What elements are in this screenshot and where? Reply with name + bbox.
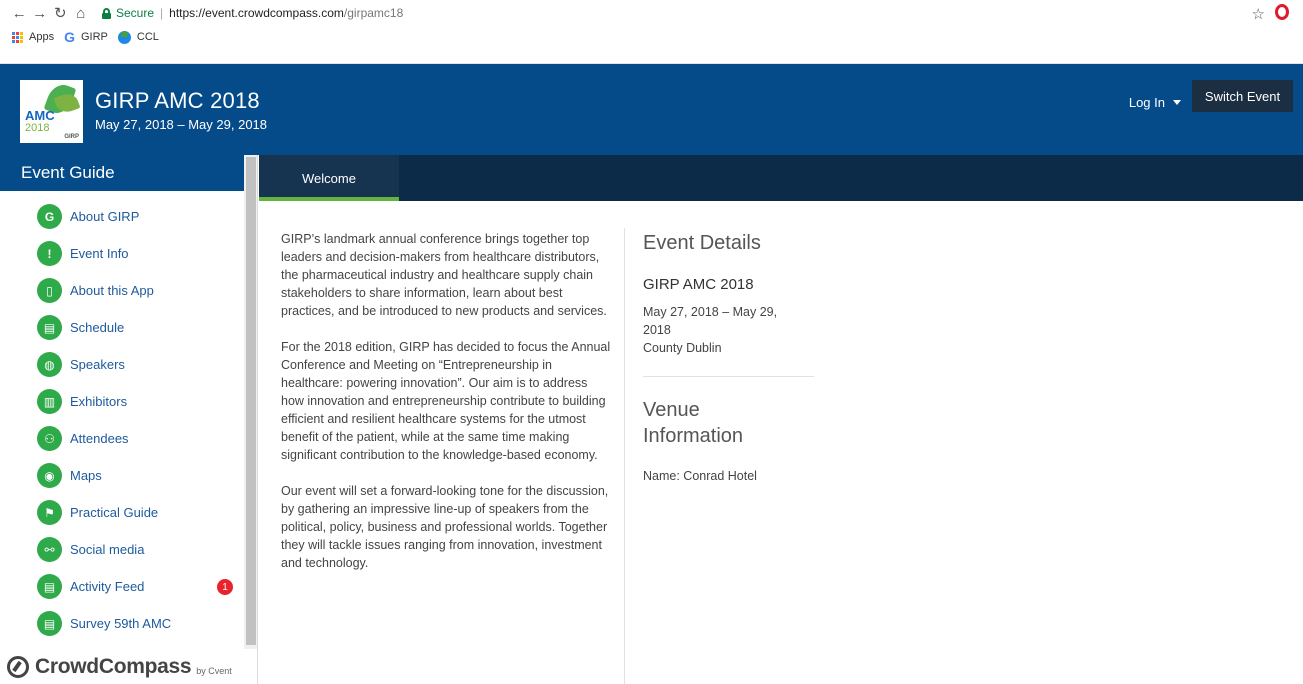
sidebar-nav: G About GIRP ! Event Info ▯ About this A… <box>37 198 233 642</box>
sidebar-item-label: Activity Feed <box>70 579 145 594</box>
event-details-heading: Event Details <box>643 232 761 254</box>
bookmark-star-icon[interactable]: ☆ <box>1252 5 1265 23</box>
details-event-name: GIRP AMC 2018 <box>643 276 754 293</box>
url-host: https://event.crowdcompass.com <box>169 6 344 20</box>
sidebar-item-activity-feed[interactable]: ▤ Activity Feed 1 <box>37 568 233 605</box>
sidebar-item-maps[interactable]: ◉ Maps <box>37 457 171 494</box>
bookmark-apps[interactable]: Apps <box>12 31 54 43</box>
sidebar-item-label: Survey 59th AMC <box>70 616 172 631</box>
event-details-panel: Event Details GIRP AMC 2018 May 27, 2018… <box>643 230 818 483</box>
details-location: County Dublin <box>643 341 722 355</box>
people-icon: ⚇ <box>37 426 62 451</box>
google-icon: G <box>64 29 75 45</box>
caret-down-icon <box>1173 99 1181 105</box>
event-title: GIRP AMC 2018 <box>95 88 260 113</box>
tab-bar: Welcome <box>259 155 1303 201</box>
tab-welcome[interactable]: Welcome <box>259 155 399 201</box>
sidebar-item-survey[interactable]: ▤ Survey 59th AMC <box>37 605 171 642</box>
share-icon: ⚯ <box>37 537 62 562</box>
calendar-icon: ▤ <box>37 315 62 340</box>
login-dropdown[interactable]: Log In <box>1129 88 1181 116</box>
active-tab-indicator <box>259 197 399 201</box>
event-dates: May 27, 2018 – May 29, 2018 <box>95 117 268 132</box>
sidebar-item-exhibitors[interactable]: ▥ Exhibitors <box>37 383 171 420</box>
sidebar-item-label: Social media <box>70 542 145 557</box>
url-path: /girpamc18 <box>343 6 404 20</box>
phone-icon: ▯ <box>37 278 62 303</box>
sidebar-item-about-girp[interactable]: G About GIRP <box>37 198 171 235</box>
details-dates: May 27, 2018 – May 29, 2018 <box>643 305 778 337</box>
sidebar: Event Guide G About GIRP ! Event Info ▯ … <box>0 155 258 684</box>
sidebar-item-event-info[interactable]: ! Event Info <box>37 235 171 272</box>
logo-year: 2018 <box>25 122 50 134</box>
login-label: Log In <box>1128 94 1165 110</box>
sidebar-item-attendees[interactable]: ⚇ Attendees <box>37 420 171 457</box>
intro-paragraph: For the 2018 edition, GIRP has decided t… <box>281 340 611 462</box>
logo-girp: GIRP <box>64 134 79 140</box>
sidebar-item-label: Practical Guide <box>70 505 159 520</box>
opera-icon[interactable] <box>1275 4 1289 20</box>
sidebar-item-label: About this App <box>70 283 154 298</box>
sidebar-scrollbar[interactable] <box>244 155 257 649</box>
survey-icon: ▤ <box>37 611 62 636</box>
sidebar-item-label: Maps <box>70 468 102 483</box>
bookmark-label: GIRP <box>80 31 108 43</box>
sidebar-item-label: Exhibitors <box>70 394 128 409</box>
sidebar-item-about-app[interactable]: ▯ About this App <box>37 272 171 309</box>
address-bar[interactable]: Secure | https://event.crowdcompass.com /… <box>98 2 1303 24</box>
app-header: AMC 2018 GIRP GIRP AMC 2018 May 27, 2018… <box>0 64 1303 155</box>
bookmark-girp[interactable]: G GIRP <box>64 29 108 45</box>
sidebar-item-label: Speakers <box>70 357 125 372</box>
logo-text: AMC <box>25 108 55 123</box>
details-divider <box>643 376 814 377</box>
sidebar-title: Event Guide <box>0 155 244 191</box>
crowdcompass-brand: CrowdCompass <box>35 654 192 678</box>
reload-icon[interactable]: ↻ <box>51 2 70 24</box>
microphone-icon: ◍ <box>37 352 62 377</box>
back-icon[interactable]: ← <box>10 2 29 24</box>
sidebar-item-schedule[interactable]: ▤ Schedule <box>37 309 171 346</box>
lock-icon <box>102 7 111 19</box>
bookmark-label: CCL <box>136 31 159 43</box>
bookmark-ccl[interactable]: CCL <box>117 30 159 44</box>
scrollbar-thumb[interactable] <box>246 157 256 645</box>
bookmark-label: Apps <box>29 31 55 43</box>
forward-icon[interactable]: → <box>31 2 50 24</box>
sidebar-item-label: Schedule <box>70 320 125 335</box>
secure-label: Secure <box>116 6 155 20</box>
map-pin-icon: ◉ <box>37 463 62 488</box>
feed-icon: ▤ <box>37 574 62 599</box>
info-icon: ! <box>37 241 62 266</box>
browser-chrome: ← → ↻ ⌂ Secure | https://event.crowdcomp… <box>0 0 1303 64</box>
booth-icon: ▥ <box>37 389 62 414</box>
sidebar-item-speakers[interactable]: ◍ Speakers <box>37 346 171 383</box>
sidebar-item-label: Event Info <box>70 246 129 261</box>
bookmarks-bar: Apps G GIRP CCL <box>0 26 1303 48</box>
venue-name: Name: Conrad Hotel <box>643 469 757 483</box>
venue-heading: Venue Information <box>643 399 744 447</box>
welcome-text: GIRP’s landmark annual conference brings… <box>281 230 611 590</box>
sidebar-item-label: Attendees <box>70 431 129 446</box>
compass-icon <box>7 655 29 678</box>
intro-paragraph: GIRP’s landmark annual conference brings… <box>281 232 607 318</box>
notification-badge: 1 <box>217 579 233 595</box>
url-separator: | <box>160 6 164 20</box>
girp-g-icon: G <box>37 204 62 229</box>
flag-icon: ⚑ <box>37 500 62 525</box>
sidebar-item-social-media[interactable]: ⚯ Social media <box>37 531 171 568</box>
intro-paragraph: Our event will set a forward-looking ton… <box>281 484 609 570</box>
event-logo[interactable]: AMC 2018 GIRP <box>20 80 83 143</box>
column-divider <box>624 228 625 684</box>
crowdcompass-footer[interactable]: CrowdCompass by Cvent <box>7 649 251 684</box>
sidebar-item-practical-guide[interactable]: ⚑ Practical Guide <box>37 494 171 531</box>
crowdcompass-by: by Cvent <box>196 665 232 676</box>
sidebar-item-label: About GIRP <box>70 209 140 224</box>
apps-grid-icon <box>12 31 23 43</box>
browser-nav-row: ← → ↻ ⌂ Secure | https://event.crowdcomp… <box>0 0 1303 26</box>
ccl-icon <box>117 30 131 44</box>
switch-event-button[interactable]: Switch Event <box>1192 80 1293 112</box>
home-icon[interactable]: ⌂ <box>72 2 91 24</box>
